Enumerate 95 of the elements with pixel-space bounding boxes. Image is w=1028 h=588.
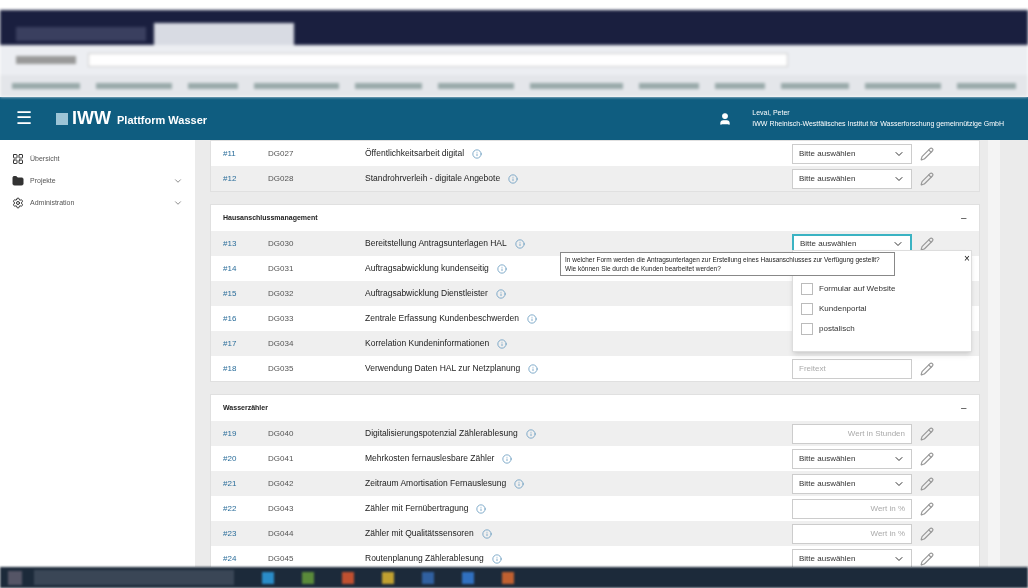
menu-button[interactable]: ☰ bbox=[16, 105, 32, 132]
pencil-icon[interactable] bbox=[920, 551, 934, 566]
row-number[interactable]: #20 bbox=[223, 452, 268, 465]
info-icon[interactable] bbox=[514, 478, 525, 489]
row-number[interactable]: #18 bbox=[223, 362, 268, 375]
input-field[interactable]: Wert in % bbox=[792, 498, 912, 519]
info-icon[interactable] bbox=[527, 313, 538, 324]
pencil-icon[interactable] bbox=[920, 146, 934, 161]
app-title: Plattform Wasser bbox=[117, 113, 208, 129]
row-number[interactable]: #24 bbox=[223, 552, 268, 565]
info-icon[interactable] bbox=[496, 263, 507, 274]
chevron-down-icon bbox=[173, 198, 183, 208]
row-title: Zentrale Erfassung Kundenbeschwerden bbox=[365, 312, 520, 325]
row-code: DG042 bbox=[268, 477, 295, 490]
select-dropdown[interactable]: Bitte auswählen bbox=[792, 143, 912, 164]
row-code: DG044 bbox=[268, 527, 295, 540]
info-icon[interactable] bbox=[497, 338, 508, 349]
option-label[interactable]: Formular auf Website bbox=[819, 282, 896, 295]
row-code: DG027 bbox=[268, 147, 295, 160]
checkbox[interactable] bbox=[801, 302, 813, 315]
info-icon[interactable] bbox=[476, 503, 487, 514]
chevron-down-icon bbox=[173, 176, 183, 186]
row-number[interactable]: #17 bbox=[223, 337, 268, 350]
option-label[interactable]: Kundenportal bbox=[819, 302, 867, 315]
row-title: Verwendung Daten HAL zur Netzplanung bbox=[365, 362, 521, 375]
option-label[interactable]: postalisch bbox=[819, 322, 855, 335]
row-number[interactable]: #23 bbox=[223, 527, 268, 540]
info-icon[interactable] bbox=[481, 528, 492, 539]
collapse-button[interactable]: − bbox=[960, 399, 967, 417]
scrollbar[interactable] bbox=[988, 140, 1000, 567]
row-title: Zähler mit Qualitätssensoren bbox=[365, 527, 474, 540]
row-title: Digitalisierungspotenzial Zählerablesung bbox=[365, 427, 518, 440]
row-title: Öffentlichkeitsarbeit digital bbox=[365, 147, 465, 160]
info-icon[interactable] bbox=[502, 453, 513, 464]
pencil-icon[interactable] bbox=[920, 451, 934, 466]
pencil-icon[interactable] bbox=[920, 476, 934, 491]
logo-icon bbox=[56, 112, 68, 125]
row-number[interactable]: #19 bbox=[223, 427, 268, 440]
row-code: DG041 bbox=[268, 452, 295, 465]
info-icon[interactable] bbox=[495, 288, 506, 299]
user-icon bbox=[718, 111, 733, 126]
pencil-icon[interactable] bbox=[920, 426, 934, 441]
row-title: Zähler mit Fernübertragung bbox=[365, 502, 469, 515]
input-field[interactable]: Freitext bbox=[792, 358, 912, 379]
info-icon[interactable] bbox=[491, 553, 502, 564]
brand-name: IWW bbox=[72, 107, 111, 130]
close-button[interactable]: × bbox=[964, 253, 970, 264]
row-number[interactable]: #22 bbox=[223, 502, 268, 515]
row-number[interactable]: #15 bbox=[223, 287, 268, 300]
input-field[interactable]: Wert in % bbox=[792, 523, 912, 544]
row-title: Auftragsabwicklung Dienstleister bbox=[365, 287, 488, 300]
settings-icon bbox=[12, 197, 24, 209]
select-dropdown[interactable]: Bitte auswählen bbox=[792, 548, 912, 567]
folder-icon bbox=[12, 175, 24, 187]
pencil-icon[interactable] bbox=[920, 526, 934, 541]
info-icon[interactable] bbox=[472, 148, 483, 159]
checkbox[interactable] bbox=[801, 282, 813, 295]
row-number[interactable]: #16 bbox=[223, 312, 268, 325]
row-code: DG045 bbox=[268, 552, 295, 565]
row-title: Korrelation Kundeninformationen bbox=[365, 337, 490, 350]
grid-icon bbox=[12, 153, 24, 165]
info-icon[interactable] bbox=[508, 173, 519, 184]
row-code: DG034 bbox=[268, 337, 295, 350]
input-field[interactable]: Wert in Stunden bbox=[792, 423, 912, 444]
row-code: DG028 bbox=[268, 172, 295, 185]
select-dropdown[interactable]: Bitte auswählen bbox=[792, 168, 912, 189]
row-code: DG031 bbox=[268, 262, 295, 275]
row-number[interactable]: #11 bbox=[223, 147, 268, 160]
info-icon[interactable] bbox=[528, 363, 539, 374]
row-number[interactable]: #21 bbox=[223, 477, 268, 490]
row-code: DG033 bbox=[268, 312, 295, 325]
row-code: DG043 bbox=[268, 502, 295, 515]
row-title: Routenplanung Zählerablesung bbox=[365, 552, 484, 565]
info-icon[interactable] bbox=[514, 238, 525, 249]
row-code: DG032 bbox=[268, 287, 295, 300]
row-code: DG035 bbox=[268, 362, 295, 375]
row-title: Mehrkosten fernauslesbare Zähler bbox=[365, 452, 495, 465]
row-number[interactable]: #12 bbox=[223, 172, 268, 185]
pencil-icon[interactable] bbox=[920, 361, 934, 376]
select-dropdown[interactable]: Bitte auswählen bbox=[792, 473, 912, 494]
pencil-icon[interactable] bbox=[920, 501, 934, 516]
row-title: Standrohrverleih - digitale Angebote bbox=[365, 172, 501, 185]
select-dropdown[interactable]: Bitte auswählen bbox=[792, 448, 912, 469]
checkbox[interactable] bbox=[801, 322, 813, 335]
row-code: DG040 bbox=[268, 427, 295, 440]
pencil-icon[interactable] bbox=[920, 171, 934, 186]
collapse-button[interactable]: − bbox=[960, 209, 967, 227]
row-title: Auftragsabwicklung kundenseitig bbox=[365, 262, 489, 275]
row-title: Zeitraum Amortisation Fernauslesung bbox=[365, 477, 507, 490]
row-number[interactable]: #14 bbox=[223, 262, 268, 275]
row-title: Bereitstellung Antragsunterlagen HAL bbox=[365, 237, 507, 250]
row-number[interactable]: #13 bbox=[223, 237, 268, 250]
pencil-icon[interactable] bbox=[920, 236, 934, 251]
row-code: DG030 bbox=[268, 237, 295, 250]
info-icon[interactable] bbox=[525, 428, 536, 439]
